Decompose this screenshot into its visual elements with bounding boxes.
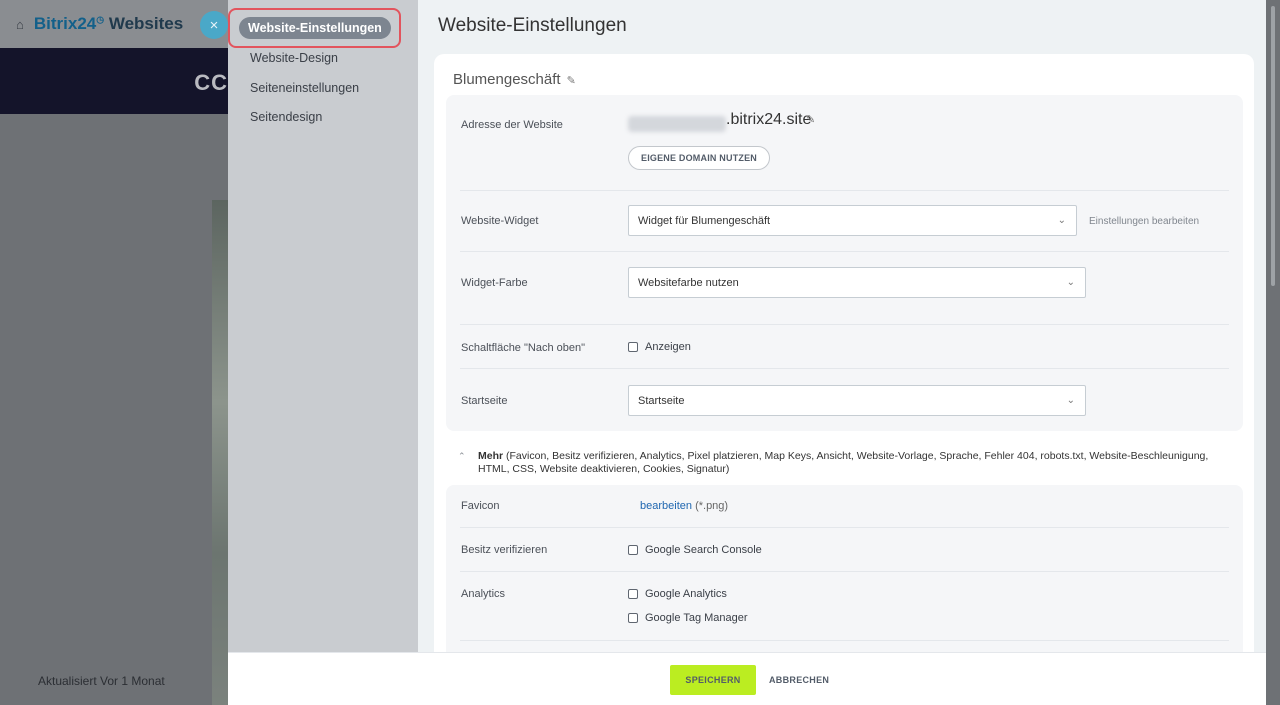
google-search-console-label: Google Search Console: [645, 544, 762, 556]
google-tag-manager-checkbox[interactable]: Google Tag Manager: [628, 612, 748, 624]
nav-item-website-design[interactable]: Website-Design: [250, 51, 338, 65]
checkbox-icon[interactable]: [628, 342, 638, 352]
app-title-section: Websites: [108, 14, 184, 33]
checkbox-icon[interactable]: [628, 545, 638, 555]
save-button[interactable]: SPEICHERN: [670, 665, 756, 695]
chevron-down-icon: ⌄: [1066, 277, 1075, 288]
back-to-top-option: Anzeigen: [645, 341, 691, 353]
banner-text: CC: [194, 70, 228, 95]
scrollbar-thumb[interactable]: [1271, 6, 1275, 286]
favicon-label: Favicon: [461, 500, 500, 512]
cancel-button[interactable]: ABBRECHEN: [769, 665, 829, 695]
more-section-toggle[interactable]: ⌃ Mehr (Favicon, Besitz verifizieren, An…: [458, 450, 1218, 476]
back-to-top-checkbox[interactable]: Anzeigen: [628, 341, 691, 353]
divider: [460, 251, 1229, 252]
site-name-heading: Blumengeschäft ✎: [453, 71, 576, 88]
own-domain-button[interactable]: EIGENE DOMAIN NUTZEN: [628, 146, 771, 170]
edit-pencil-icon[interactable]: ✎: [567, 74, 576, 87]
page-title: Website-Einstellungen: [438, 15, 627, 36]
address-domain: .bitrix24.site: [726, 111, 812, 128]
google-analytics-label: Google Analytics: [645, 588, 727, 600]
startpage-select[interactable]: Startseite ⌄: [628, 385, 1086, 416]
address-label: Adresse der Website: [461, 119, 563, 131]
updated-text: Aktualisiert Vor 1 Monat: [38, 674, 165, 688]
main-settings-group: Adresse der Website .bitrix24.site ✎ EIG…: [446, 95, 1243, 431]
side-navigation: Website-Einstellungen Website-Design Sei…: [228, 0, 418, 705]
analytics-label: Analytics: [461, 588, 506, 600]
widget-select[interactable]: Widget für Blumengeschäft ⌄: [628, 205, 1077, 236]
widget-select-value: Widget für Blumengeschäft: [638, 214, 771, 227]
nav-item-website-settings[interactable]: Website-Einstellungen: [239, 17, 391, 39]
chevron-up-icon: ⌃: [458, 451, 466, 461]
widget-color-select[interactable]: Websitefarbe nutzen ⌄: [628, 267, 1086, 298]
favicon-hint: (*.png): [695, 500, 729, 512]
widget-label: Website-Widget: [461, 215, 539, 227]
close-icon: ×: [209, 16, 219, 34]
google-search-console-checkbox[interactable]: Google Search Console: [628, 544, 762, 556]
site-name: Blumengeschäft: [453, 71, 561, 88]
divider: [460, 527, 1229, 528]
background-photo: [212, 200, 228, 705]
close-slider-button[interactable]: ×: [200, 11, 228, 39]
widget-color-value: Websitefarbe nutzen: [638, 276, 739, 289]
google-analytics-checkbox[interactable]: Google Analytics: [628, 588, 727, 600]
home-icon: ⌂: [16, 16, 24, 32]
divider: [460, 368, 1229, 369]
startpage-label: Startseite: [461, 395, 508, 407]
nav-item-page-design[interactable]: Seitendesign: [250, 110, 322, 124]
background-banner: CC: [0, 48, 228, 114]
settings-slider: Website-Einstellungen Website-Design Sei…: [228, 0, 1266, 705]
back-to-top-label: Schaltfläche "Nach oben": [461, 342, 585, 354]
widget-edit-settings-link[interactable]: Einstellungen bearbeiten: [1089, 216, 1199, 227]
app-title-brand: Bitrix24: [33, 14, 97, 33]
footer-bar: SPEICHERN ABBRECHEN: [228, 652, 1266, 705]
settings-card: Blumengeschäft ✎ Adresse der Website .bit…: [434, 54, 1254, 705]
more-details: (Favicon, Besitz verifizieren, Analytics…: [478, 450, 1209, 475]
checkbox-icon[interactable]: [628, 589, 638, 599]
more-title: Mehr: [478, 450, 504, 462]
divider: [460, 640, 1229, 641]
address-subdomain-blurred: [628, 116, 726, 132]
verify-label: Besitz verifizieren: [461, 544, 548, 556]
edit-address-icon[interactable]: ✎: [806, 113, 815, 126]
chevron-down-icon: ⌄: [1057, 215, 1066, 226]
favicon-value: bearbeiten (*.png): [640, 500, 728, 512]
startpage-value: Startseite: [638, 394, 685, 407]
favicon-edit-link[interactable]: bearbeiten: [640, 500, 692, 512]
widget-color-label: Widget-Farbe: [461, 277, 528, 289]
background-header: ⌂ Bitrix24◷ Websites: [0, 0, 228, 48]
side-navigation-backdrop: [228, 0, 418, 705]
chevron-down-icon: ⌄: [1066, 395, 1075, 406]
divider: [460, 190, 1229, 191]
divider: [460, 324, 1229, 325]
checkbox-icon[interactable]: [628, 613, 638, 623]
app-title: Bitrix24◷ Websites: [33, 14, 184, 33]
google-tag-manager-label: Google Tag Manager: [645, 612, 748, 624]
nav-item-page-settings[interactable]: Seiteneinstellungen: [250, 81, 359, 95]
divider: [460, 571, 1229, 572]
